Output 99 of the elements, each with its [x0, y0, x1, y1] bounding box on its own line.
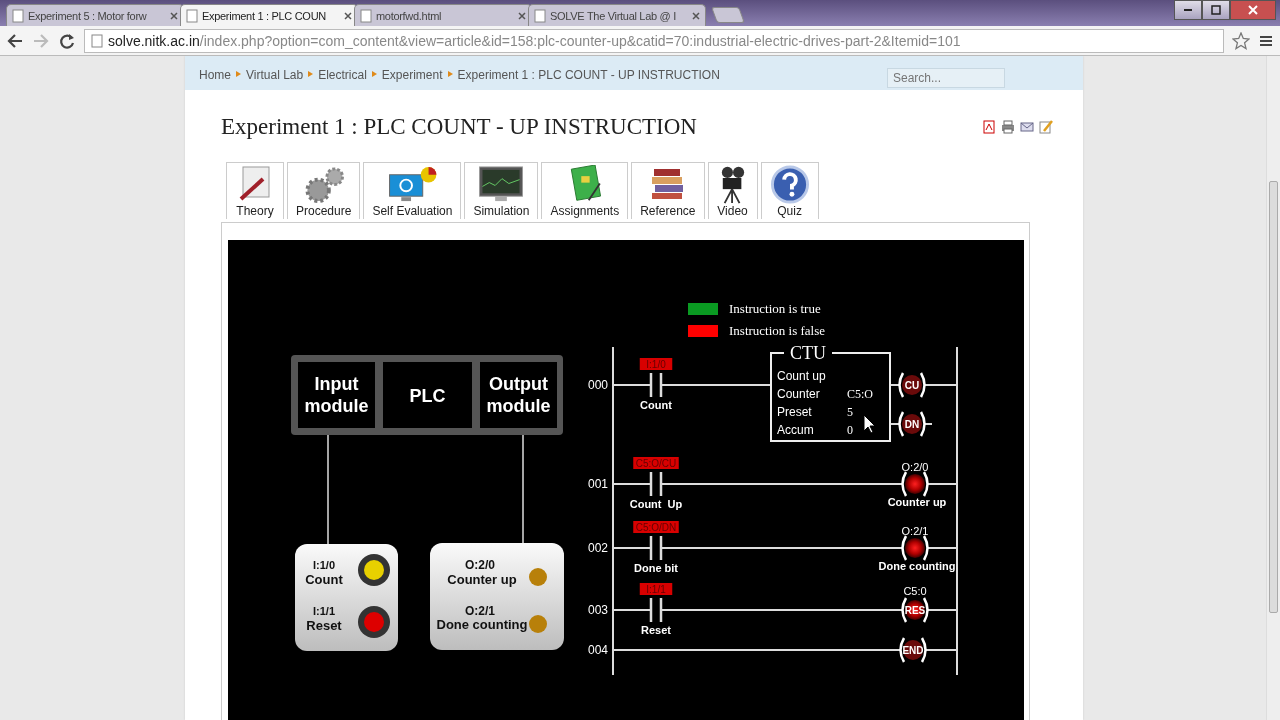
coil-address: O:2/1: [901, 525, 929, 537]
close-icon[interactable]: [344, 11, 352, 20]
counter-value: 5: [847, 405, 853, 419]
back-arrow-icon[interactable]: [6, 31, 24, 50]
page-icon: [534, 8, 546, 23]
coil-address: O:2/0: [901, 461, 929, 473]
contact-tag: I:1/0: [639, 358, 673, 370]
push-button[interactable]: [358, 554, 390, 586]
counter-field: Accum: [777, 423, 814, 437]
output-address: O:2/1: [465, 604, 495, 618]
page-icon: [186, 8, 198, 23]
caret-icon: [371, 68, 377, 80]
help-icon: [769, 165, 810, 204]
output-coil: CU: [898, 371, 926, 399]
contact-label: Count Up: [629, 498, 683, 510]
counter-value: 0: [847, 423, 853, 437]
email-icon[interactable]: [1020, 120, 1034, 134]
breadcrumb-link[interactable]: Virtual Lab: [246, 68, 304, 82]
caret-icon: [236, 68, 241, 80]
browser-tab[interactable]: SOLVE The Virtual Lab @ I: [528, 4, 706, 26]
output-coil: END: [899, 636, 927, 664]
rung-number: 001: [588, 477, 608, 491]
contact-tag: C5:O/DN: [633, 521, 679, 533]
close-button[interactable]: [1230, 0, 1276, 20]
output-coil: [901, 534, 929, 562]
output-label: Done counting: [436, 617, 528, 632]
breadcrumb-link[interactable]: Home: [199, 68, 231, 82]
breadcrumb-link[interactable]: Electrical: [318, 68, 367, 82]
new-tab-button[interactable]: [711, 7, 745, 23]
contact-label: Count: [640, 399, 672, 411]
rung-number: 004: [588, 643, 608, 657]
contact-tag: C5:O/CU: [633, 457, 679, 469]
rung-number: 003: [588, 603, 608, 617]
maximize-icon: [1211, 5, 1221, 15]
contact-symbol: [649, 598, 663, 622]
caret-icon: [308, 68, 314, 80]
star-icon[interactable]: [1232, 31, 1250, 50]
plc-module: PLC: [383, 362, 472, 428]
breadcrumb-link[interactable]: Experiment: [381, 68, 443, 82]
close-icon[interactable]: [692, 11, 700, 20]
input-address: I:1/1: [313, 605, 335, 617]
nav-tab[interactable]: Assignments: [541, 162, 629, 219]
coil-label: Counter up: [887, 496, 947, 508]
contact-label: Done bit: [634, 562, 678, 574]
minimize-button[interactable]: [1174, 0, 1202, 20]
page-icon: [91, 33, 103, 48]
reload-icon[interactable]: [58, 31, 76, 50]
contact-label: Reset: [641, 624, 671, 636]
pdf-icon[interactable]: [982, 120, 996, 134]
page-icon: [12, 8, 24, 23]
counter-field: Preset: [777, 405, 812, 419]
nav-tab[interactable]: Theory: [226, 162, 284, 219]
nav-tab[interactable]: Video: [707, 162, 758, 219]
counter-field: Count up: [777, 369, 826, 383]
page-icon: [360, 8, 372, 23]
maximize-button[interactable]: [1202, 0, 1230, 20]
input-label: Reset: [306, 618, 342, 633]
counter-value: C5:O: [847, 387, 873, 401]
coil-address: C5:0: [903, 585, 927, 597]
counter-title: CTU: [790, 343, 826, 363]
contact-symbol: [649, 536, 663, 560]
legend-label: Instruction is true: [729, 301, 821, 316]
minimize-icon: [1184, 9, 1192, 11]
close-icon[interactable]: [170, 11, 178, 20]
coil-label: Done counting: [878, 560, 956, 572]
legend-label: Instruction is false: [729, 323, 826, 338]
address-bar[interactable]: solve.nitk.ac.in/index.php?option=com_content&view=article&id=158:plc-counter-up&catid=70:industrial-electric-drives-part-2&Itemid=101: [84, 28, 1224, 53]
mouse-cursor-icon: [863, 414, 876, 434]
contact-tag: I:1/1: [639, 583, 673, 595]
print-icon[interactable]: [1001, 120, 1015, 134]
output-coil: RES: [901, 596, 929, 624]
push-button[interactable]: [358, 606, 390, 638]
output-coil: [901, 470, 929, 498]
counter-field: Counter: [777, 387, 820, 401]
rung-number: 000: [588, 378, 608, 392]
nav-tab[interactable]: Reference: [631, 162, 705, 219]
output-coil: DN: [898, 410, 926, 438]
close-icon[interactable]: [518, 11, 526, 20]
breadcrumb-current: Experiment 1 : PLC COUNT - UP INSTRUCTION: [457, 68, 720, 82]
output-address: O:2/0: [465, 558, 495, 572]
input-label: Count: [305, 572, 343, 587]
input-address: I:1/0: [313, 559, 335, 571]
plc-module: Input module: [298, 362, 375, 428]
contact-symbol: [649, 472, 663, 496]
page-title: Experiment 1 : PLC COUNT - UP INSTRUCTION: [221, 114, 697, 140]
contact-symbol: [649, 373, 663, 397]
nav-tab[interactable]: Procedure: [287, 162, 361, 219]
monitor-graph-icon: [477, 165, 526, 204]
caret-icon: [447, 68, 453, 80]
nav-tab[interactable]: Quiz: [760, 162, 819, 219]
close-icon: [1248, 5, 1258, 15]
monitor-chart-icon: [387, 165, 438, 204]
scrollbar[interactable]: [1266, 56, 1280, 720]
rung-number: 002: [588, 541, 608, 555]
nav-tab[interactable]: Self Evaluation: [363, 162, 462, 219]
output-label: Counter up: [447, 572, 517, 587]
plc-module: Output module: [480, 362, 557, 428]
nav-tab[interactable]: Simulation: [464, 162, 539, 219]
search-field[interactable]: Search...: [887, 68, 1005, 88]
